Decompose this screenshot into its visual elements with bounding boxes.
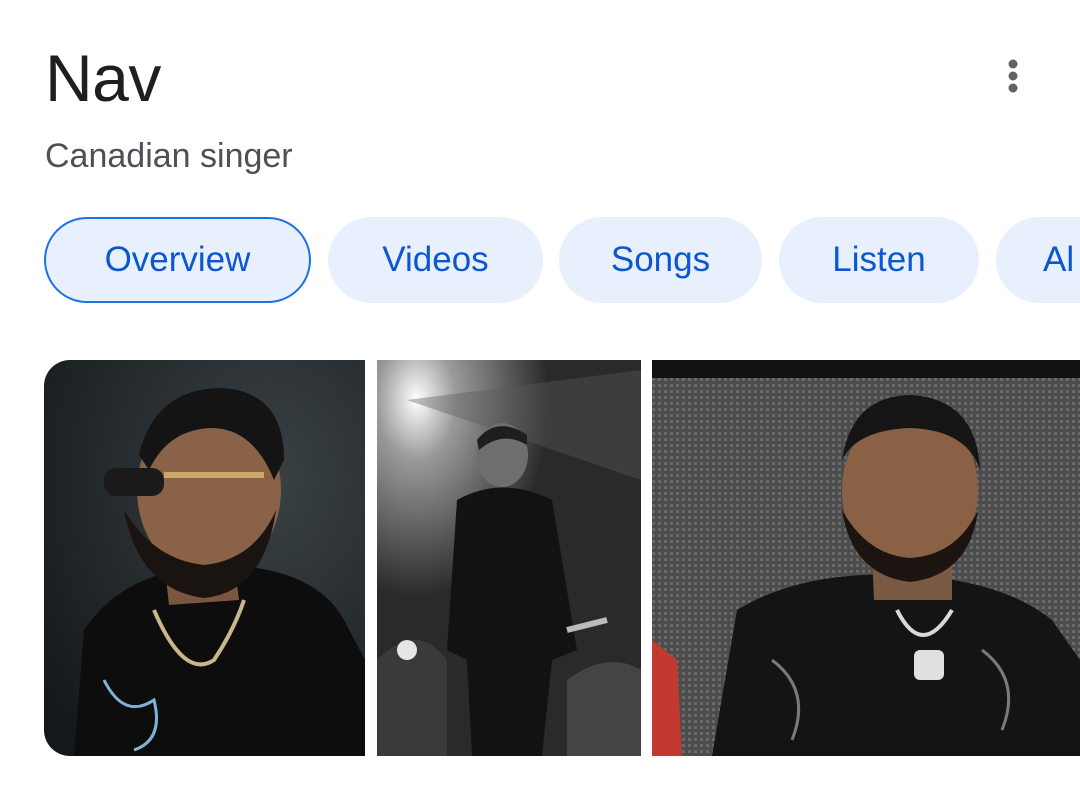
- image-thumbnail-3[interactable]: [652, 360, 1080, 756]
- portrait-photo: [44, 360, 365, 756]
- stage-performance-photo: [377, 360, 641, 756]
- more-vert-icon: [1008, 59, 1018, 93]
- tab-chips: Overview Videos Songs Listen Al: [0, 217, 1080, 305]
- tab-overview[interactable]: Overview: [44, 217, 311, 303]
- tab-albums[interactable]: Al: [996, 217, 1080, 303]
- image-thumbnail-2[interactable]: [377, 360, 641, 756]
- entity-subtitle: Canadian singer: [45, 137, 293, 175]
- tab-listen[interactable]: Listen: [779, 217, 979, 303]
- entity-title: Nav: [45, 41, 161, 115]
- knowledge-panel: Nav Canadian singer Overview Videos Song…: [0, 0, 1080, 788]
- tab-videos[interactable]: Videos: [328, 217, 543, 303]
- event-photo: [652, 360, 1080, 756]
- image-thumbnail-1[interactable]: [44, 360, 365, 756]
- image-carousel: [0, 360, 1080, 756]
- more-options-button[interactable]: [987, 50, 1039, 102]
- tab-songs[interactable]: Songs: [559, 217, 762, 303]
